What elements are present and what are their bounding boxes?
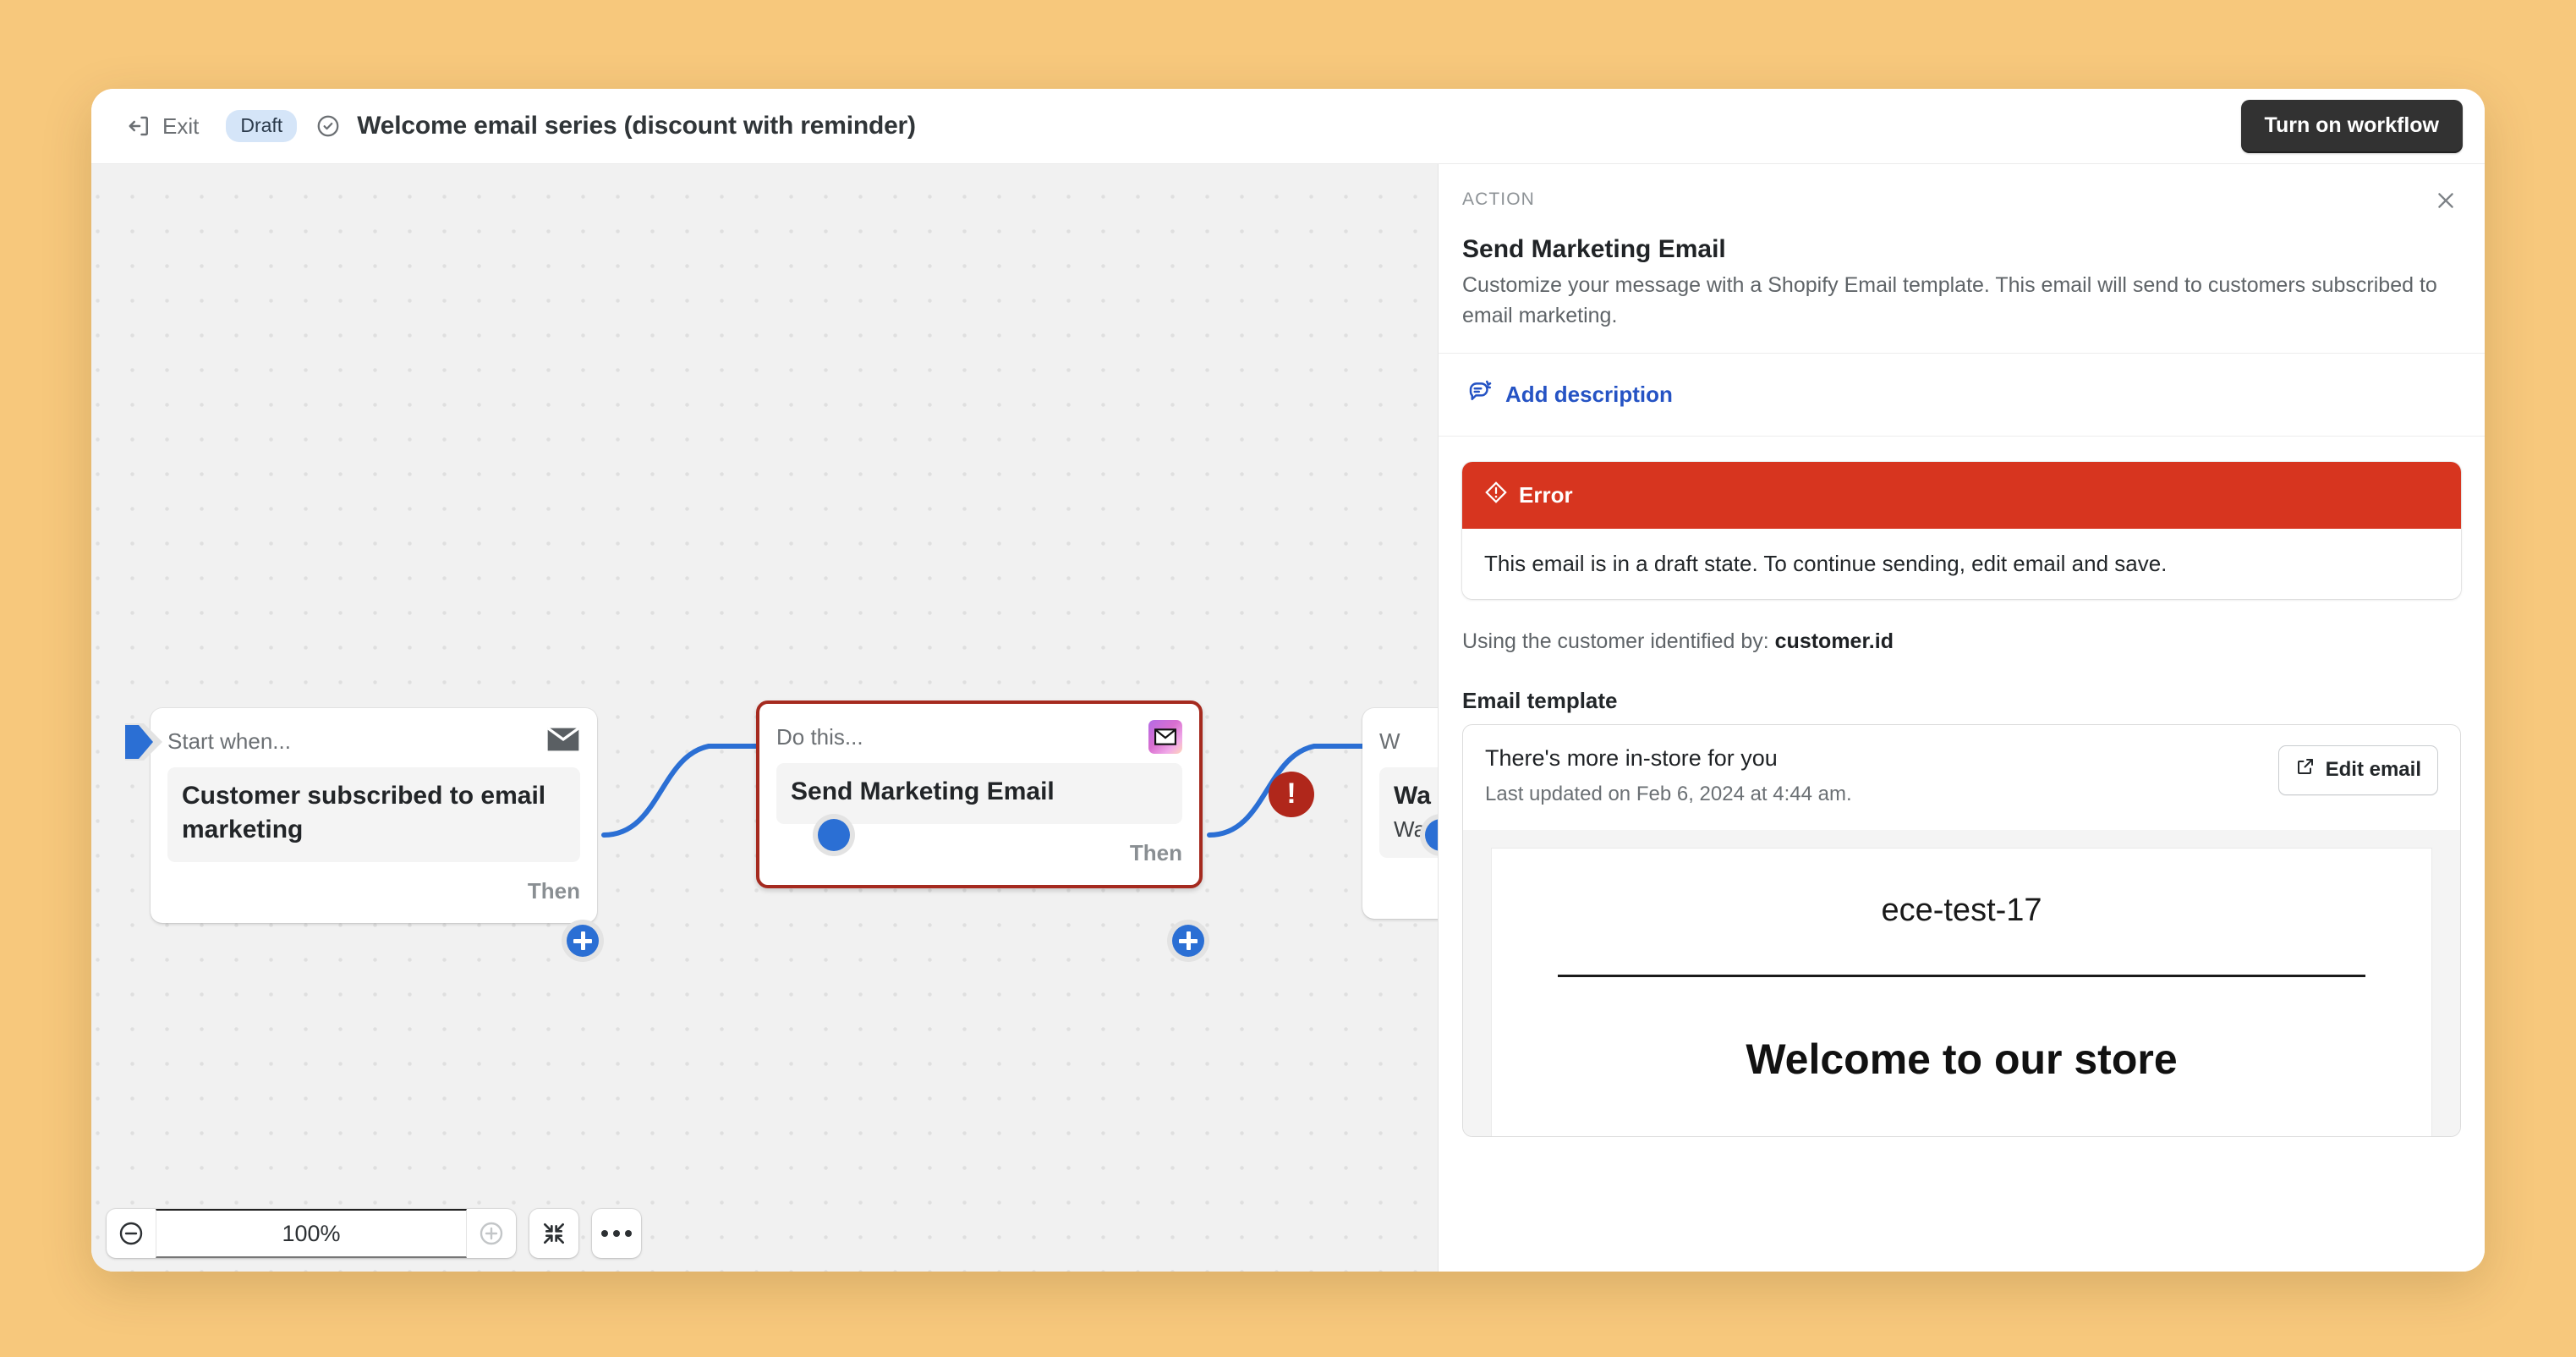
node-header-label: Start when... xyxy=(167,728,291,754)
error-diamond-icon xyxy=(1484,481,1508,510)
email-preview-container: ece-test-17 Welcome to our store xyxy=(1463,830,2460,1136)
close-icon xyxy=(2435,190,2457,214)
page-title: Welcome email series (discount with remi… xyxy=(357,112,916,140)
zoom-control-group xyxy=(107,1209,516,1258)
exit-label: Exit xyxy=(162,113,200,139)
node-body: Customer subscribed to email marketing xyxy=(167,767,580,862)
status-badge: Draft xyxy=(226,109,298,143)
node-header: Do this... xyxy=(776,716,1182,758)
customer-identifier-value: customer.id xyxy=(1774,629,1894,653)
exit-button[interactable]: Exit xyxy=(118,108,207,145)
email-template-meta: There's more in-store for you Last updat… xyxy=(1485,745,1852,806)
customer-identifier-row: Using the customer identified by: custom… xyxy=(1439,599,2485,654)
email-preview-heading: Welcome to our store xyxy=(1746,1036,2178,1083)
trigger-arrow-icon xyxy=(125,720,164,764)
node-footer: Then xyxy=(167,874,580,909)
envelope-icon xyxy=(546,726,580,756)
add-description-section: Add description xyxy=(1439,354,2485,437)
node-header: Start when... xyxy=(167,720,580,762)
email-preview-brand: ece-test-17 xyxy=(1881,893,2042,928)
edit-email-button[interactable]: Edit email xyxy=(2277,745,2438,795)
workflow-node-trigger[interactable]: Start when... Customer subscribed to ema… xyxy=(125,708,597,923)
node-header-label: Do this... xyxy=(776,723,863,750)
top-bar: Exit Draft Welcome email series (discoun… xyxy=(91,89,2485,164)
fit-to-screen-button[interactable] xyxy=(529,1209,578,1258)
error-banner: Error This email is in a draft state. To… xyxy=(1462,462,2461,599)
node-error-badge[interactable]: ! xyxy=(1269,772,1314,817)
panel-title: Send Marketing Email xyxy=(1462,235,1726,263)
plus-icon xyxy=(1172,925,1204,957)
canvas-toolbar xyxy=(107,1209,641,1258)
action-details-panel: ACTION Send Marketing Email Customize yo… xyxy=(1438,164,2485,1272)
external-link-icon xyxy=(2295,756,2316,783)
error-banner-header: Error xyxy=(1462,462,2461,529)
more-options-button[interactable] xyxy=(592,1209,641,1258)
comment-edit-icon xyxy=(1467,379,1493,410)
node-footer-label: Then xyxy=(527,878,580,904)
panel-header: ACTION Send Marketing Email Customize yo… xyxy=(1439,164,2485,354)
exit-icon xyxy=(127,113,152,139)
workflow-node-action[interactable]: Do this... Send Marketing Email Then xyxy=(756,700,1203,888)
check-circle-icon xyxy=(315,113,341,139)
add-step-button-after-trigger[interactable] xyxy=(562,920,604,962)
close-panel-button[interactable] xyxy=(2427,183,2464,220)
ellipsis-icon xyxy=(601,1230,632,1237)
email-preview-divider xyxy=(1558,975,2365,977)
add-description-button[interactable]: Add description xyxy=(1462,376,1678,414)
plus-icon xyxy=(567,925,599,957)
panel-kicker: ACTION xyxy=(1462,190,1535,209)
customer-identifier-label: Using the customer identified by: xyxy=(1462,629,1775,653)
email-preview: ece-test-17 Welcome to our store xyxy=(1492,849,2431,1136)
add-description-label: Add description xyxy=(1505,382,1673,407)
node-title: Send Marketing Email xyxy=(791,777,1055,805)
zoom-out-button[interactable] xyxy=(107,1209,156,1258)
node-header-label: W xyxy=(1379,728,1400,754)
shopify-email-icon xyxy=(1148,720,1182,754)
node-title: Customer subscribed to email marketing xyxy=(182,782,546,843)
email-template-updated: Last updated on Feb 6, 2024 at 4:44 am. xyxy=(1485,783,1852,805)
email-template-summary: There's more in-store for you Last updat… xyxy=(1463,725,2460,830)
error-banner-body: This email is in a draft state. To conti… xyxy=(1462,529,2461,599)
panel-description: Customize your message with a Shopify Em… xyxy=(1462,273,2437,327)
email-template-label: Email template xyxy=(1462,688,1618,713)
zoom-level-input[interactable] xyxy=(156,1209,467,1258)
connector-dot-icon xyxy=(818,819,850,851)
zoom-in-button[interactable] xyxy=(467,1209,516,1258)
add-step-button-after-action[interactable] xyxy=(1167,920,1209,962)
error-banner-title: Error xyxy=(1519,482,1573,508)
edit-email-label: Edit email xyxy=(2325,757,2421,781)
email-template-card: There's more in-store for you Last updat… xyxy=(1462,724,2461,1137)
email-template-name: There's more in-store for you xyxy=(1485,745,1778,771)
app-window: Exit Draft Welcome email series (discoun… xyxy=(91,89,2485,1272)
node-footer-label: Then xyxy=(1129,840,1182,866)
action-input-handle[interactable] xyxy=(813,814,855,856)
turn-on-workflow-button[interactable]: Turn on workflow xyxy=(2240,99,2463,153)
